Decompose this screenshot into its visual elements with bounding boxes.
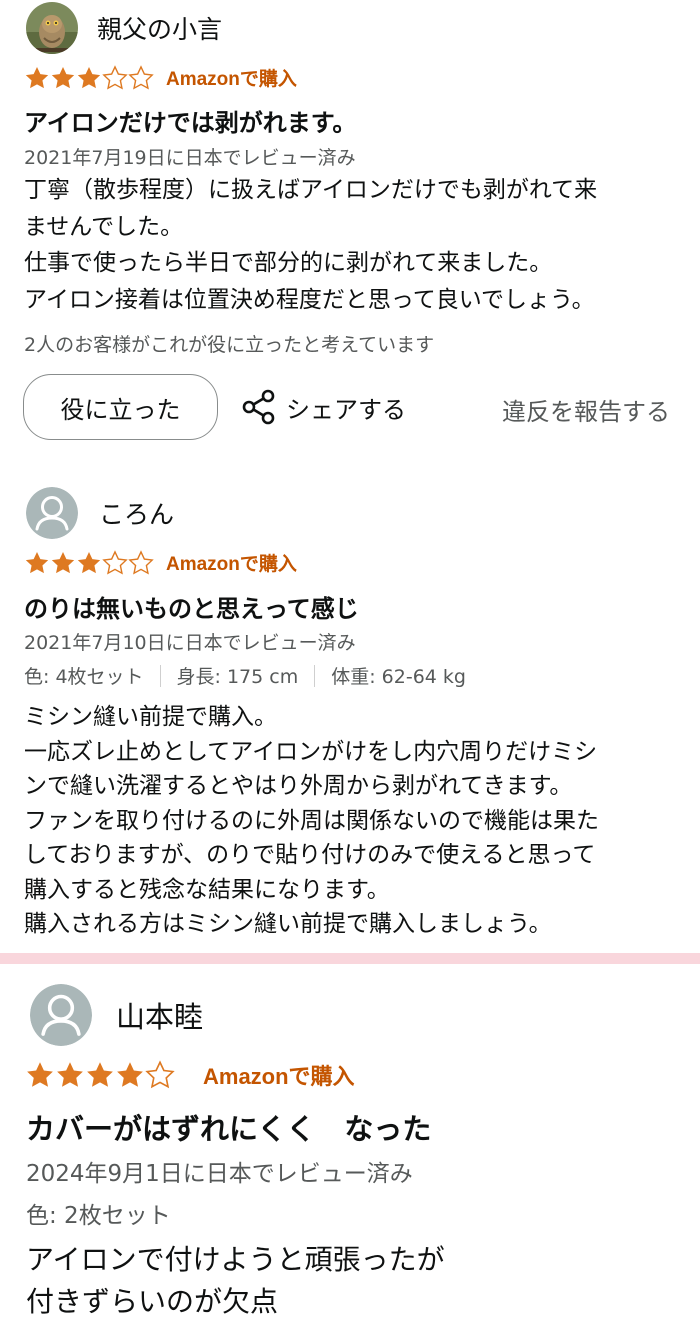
default-avatar-icon <box>30 984 92 1046</box>
reviewer-avatar <box>26 487 78 539</box>
review-title: のりは無いものと思えって感じ <box>24 595 359 623</box>
reviewer-profile[interactable]: 山本睦 <box>30 984 203 1046</box>
owl-photo-avatar <box>26 2 78 54</box>
star-rating <box>25 1060 175 1090</box>
verified-purchase-badge: Amazonで購入 <box>166 554 297 575</box>
review-body-line: アイロン接着は位置決め程度だと思って良いでしょう。 <box>24 286 595 313</box>
share-button[interactable]: シェアする <box>240 388 406 426</box>
reviewer-profile[interactable]: 親父の小言 <box>26 2 222 54</box>
variant-weight: 体重: 62-64 kg <box>331 666 466 688</box>
variant-info: 色: 2枚セット <box>26 1196 171 1230</box>
star-rating <box>24 64 154 91</box>
star-empty-icon <box>128 64 154 90</box>
review-title: アイロンだけでは剥がれます。 <box>24 109 357 137</box>
review-date: 2021年7月10日に日本でレビュー済み <box>24 632 356 654</box>
star-filled-icon <box>77 66 101 88</box>
star-empty-icon <box>102 64 128 90</box>
review-date: 2021年7月19日に日本でレビュー済み <box>24 147 356 169</box>
star-filled-icon <box>51 551 75 573</box>
star-filled-icon <box>25 551 49 573</box>
reviewer-name: ころん <box>99 500 175 529</box>
review-body-line: アイロンで付けようと頑張ったが <box>26 1243 445 1276</box>
share-label: シェアする <box>286 395 406 424</box>
helpful-button[interactable]: 役に立った <box>23 374 218 440</box>
star-filled-icon <box>57 1062 83 1087</box>
reviewer-name: 山本睦 <box>116 1000 204 1034</box>
variant-separator <box>314 664 316 687</box>
reviewer-profile[interactable]: ころん <box>26 487 174 539</box>
star-rating <box>24 549 154 576</box>
reviewer-name: 親父の小言 <box>97 15 223 44</box>
review-body: アイロンで付けようと頑張ったが 付きずらいのが欠点 <box>26 1239 445 1323</box>
review-body-line: 仕事で使ったら半日で部分的に剥がれて来ました。 <box>24 250 553 276</box>
review-body: ミシン縫い前提で購入。 一応ズレ止めとしてアイロンがけをし内穴周りだけミシ ンで… <box>24 700 599 942</box>
review-body-line: 付きずらいのが欠点 <box>26 1285 279 1318</box>
star-filled-icon <box>87 1062 113 1087</box>
star-empty-icon <box>145 1060 175 1089</box>
variant-height: 身長: 175 cm <box>176 666 299 688</box>
review-date: 2024年9月1日に日本でレビュー済み <box>26 1161 413 1187</box>
star-filled-icon <box>77 551 101 573</box>
report-link[interactable]: 違反を報告する <box>502 392 670 427</box>
verified-purchase-badge: Amazonで購入 <box>203 1064 355 1089</box>
helpful-button-label: 役に立った <box>60 395 181 424</box>
section-divider <box>0 953 700 964</box>
review-body-line: ませんでした。 <box>24 213 184 240</box>
reviewer-avatar <box>26 2 78 54</box>
review-title: カバーがはずれにくく なった <box>26 1112 432 1146</box>
reviewer-avatar <box>30 984 92 1046</box>
star-filled-icon <box>27 1062 53 1087</box>
variant-color: 色: 2枚セット <box>26 1203 171 1229</box>
review-body-line: ンで縫い洗濯するとやはり外周から剥がれてきます。 <box>24 773 573 799</box>
star-empty-icon <box>102 549 128 575</box>
review-body-line: 一応ズレ止めとしてアイロンがけをし内穴周りだけミシ <box>24 738 598 765</box>
star-empty-icon <box>128 549 154 575</box>
star-filled-icon <box>51 66 75 88</box>
star-filled-icon <box>25 66 49 88</box>
star-filled-icon <box>117 1062 143 1087</box>
default-avatar-icon <box>26 487 78 539</box>
share-icon <box>242 389 275 425</box>
verified-purchase-badge: Amazonで購入 <box>166 69 297 90</box>
variant-separator <box>159 664 161 687</box>
review-body-line: ミシン縫い前提で購入。 <box>24 704 277 730</box>
review-body-line: ファンを取り付けるのに外周は関係ないので機能は果た <box>24 807 599 834</box>
review-body: 丁寧（散歩程度）に扱えばアイロンだけでも剥がれて来 ませんでした。 仕事で使った… <box>24 172 597 318</box>
review-body-line: 丁寧（散歩程度）に扱えばアイロンだけでも剥がれて来 <box>24 177 598 203</box>
variant-color: 色: 4枚セット <box>24 666 144 688</box>
review-body-line: しておりますが、のりで貼り付けのみで使えると思って <box>24 842 596 868</box>
variant-info: 色: 4枚セット 身長: 175 cm 体重: 62-64 kg <box>24 662 466 689</box>
review-body-line: 購入される方はミシン縫い前提で購入しましょう。 <box>24 911 552 937</box>
review-body-line: 購入すると残念な結果になります。 <box>24 876 390 903</box>
helpful-count: 2人のお客様がこれが役に立ったと考えています <box>24 334 435 356</box>
